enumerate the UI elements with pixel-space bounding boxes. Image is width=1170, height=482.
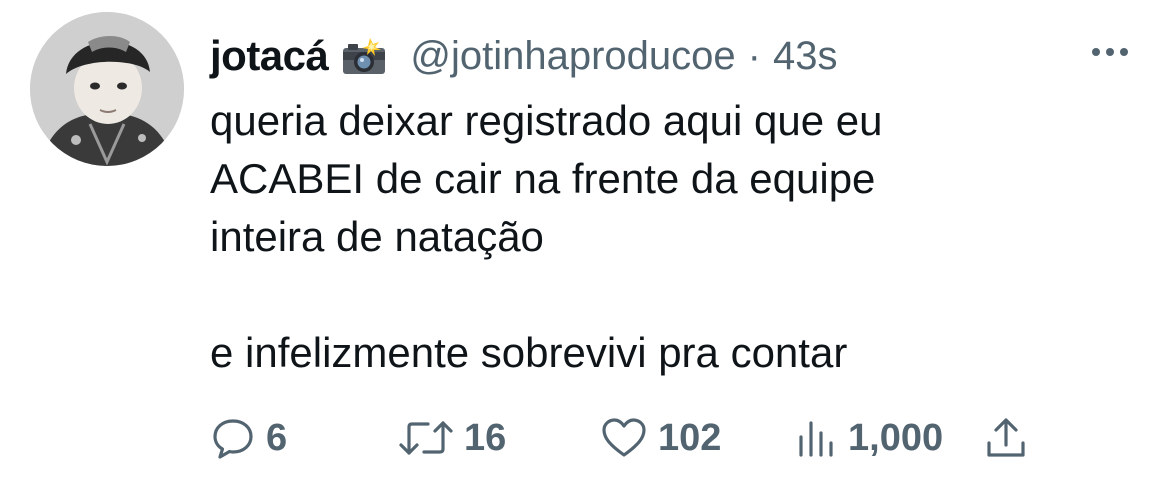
retweet-count: 16 bbox=[464, 416, 507, 459]
like-button[interactable]: 102 bbox=[600, 408, 721, 468]
heart-icon bbox=[600, 415, 648, 461]
tweet-text-line: queria deixar registrado aqui que eu bbox=[210, 97, 883, 144]
tweet-text-line: inteira de natação bbox=[210, 213, 544, 260]
views-count: 1,000 bbox=[848, 416, 944, 459]
timestamp[interactable]: 43s bbox=[773, 34, 838, 79]
user-handle[interactable]: @jotinhaproducoe bbox=[410, 34, 735, 79]
retweet-icon bbox=[398, 415, 454, 461]
avatar[interactable] bbox=[30, 12, 184, 166]
like-count: 102 bbox=[658, 416, 722, 459]
share-button[interactable] bbox=[984, 408, 1028, 468]
separator-dot: · bbox=[747, 33, 761, 78]
reply-button[interactable]: 6 bbox=[210, 408, 287, 468]
tweet-text-line: e infelizmente sobrevivi pra contar bbox=[210, 329, 848, 376]
views-button[interactable]: 1,000 bbox=[794, 408, 943, 468]
bar-chart-icon bbox=[794, 415, 838, 461]
tweet-actions: 6 16 102 1,000 bbox=[210, 408, 1050, 468]
tweet-text-line: ACABEI de cair na frente da equipe bbox=[210, 155, 876, 202]
tweet-text: queria deixar registrado aqui que eu ACA… bbox=[210, 92, 1110, 382]
avatar-photo bbox=[30, 12, 184, 166]
camera-flash-icon bbox=[340, 36, 388, 76]
reply-icon bbox=[210, 415, 256, 461]
reply-count: 6 bbox=[266, 416, 288, 459]
share-icon bbox=[984, 415, 1028, 461]
tweet: jotacá @jotinhaproducoe · 43s queria dei… bbox=[0, 0, 1170, 482]
more-options-icon[interactable] bbox=[1086, 40, 1134, 64]
retweet-button[interactable]: 16 bbox=[398, 408, 506, 468]
tweet-header: jotacá @jotinhaproducoe · 43s bbox=[210, 26, 838, 86]
display-name[interactable]: jotacá bbox=[210, 32, 329, 80]
